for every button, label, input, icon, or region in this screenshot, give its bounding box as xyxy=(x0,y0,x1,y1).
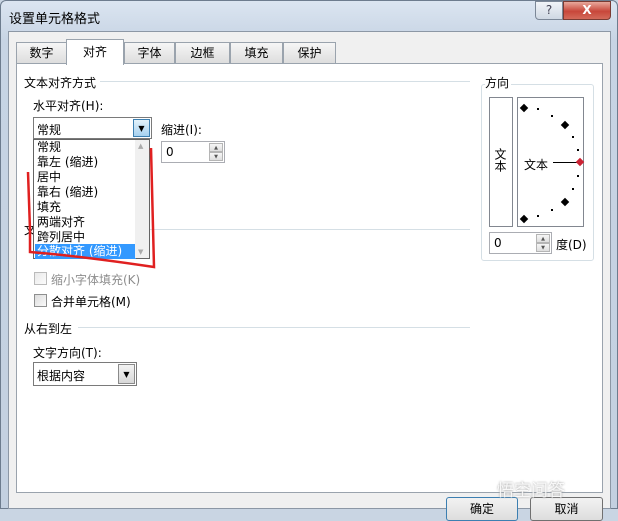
spin-down-icon[interactable]: ▼ xyxy=(536,243,550,252)
dial-dot xyxy=(577,175,579,177)
orientation-handle-icon[interactable] xyxy=(575,157,585,167)
tab-fill[interactable]: 填充 xyxy=(230,42,283,64)
divider xyxy=(100,81,470,82)
dial-dot xyxy=(551,115,553,117)
dial-dot xyxy=(572,136,574,138)
dial-text-label: 文本 xyxy=(524,158,549,172)
rtl-section-title: 从右到左 xyxy=(24,322,73,336)
horizontal-align-label: 水平对齐(H): xyxy=(33,99,104,113)
dial-dot xyxy=(537,108,539,110)
degrees-label: 度(D) xyxy=(556,238,587,252)
help-button[interactable]: ? xyxy=(535,1,563,20)
tab-protection[interactable]: 保护 xyxy=(283,42,336,64)
tab-alignment[interactable]: 对齐 xyxy=(66,39,124,65)
dial-marker-icon xyxy=(519,214,529,224)
dial-marker-icon xyxy=(560,197,570,207)
shrink-to-fit-checkbox[interactable] xyxy=(34,272,47,285)
dial-dot xyxy=(551,209,553,211)
divider xyxy=(78,327,470,328)
spin-up-icon[interactable]: ▲ xyxy=(536,234,550,243)
orientation-pointer xyxy=(553,162,577,163)
merge-cells-checkbox[interactable] xyxy=(34,294,47,307)
alignment-section-title: 文本对齐方式 xyxy=(24,76,97,90)
degrees-stepper[interactable]: 0 ▲ ▼ xyxy=(489,232,552,254)
indent-stepper[interactable]: 0 ▲ ▼ xyxy=(161,141,225,163)
indent-value: 0 xyxy=(166,145,174,159)
tab-border[interactable]: 边框 xyxy=(175,42,230,64)
dial-marker-icon xyxy=(560,120,570,130)
chevron-down-icon[interactable]: ▼ xyxy=(118,364,135,384)
close-button[interactable]: X xyxy=(563,1,611,20)
vertical-text-label: 文本 xyxy=(493,148,507,172)
indent-label: 缩进(I): xyxy=(161,123,202,137)
chevron-down-icon[interactable]: ▼ xyxy=(133,119,150,137)
shrink-to-fit-label: 缩小字体填充(K) xyxy=(51,273,141,287)
tab-font[interactable]: 字体 xyxy=(124,42,175,64)
horizontal-align-value: 常规 xyxy=(37,123,62,137)
orientation-dial[interactable]: 文本 xyxy=(517,97,585,227)
dial-marker-icon xyxy=(519,103,529,113)
degrees-value: 0 xyxy=(494,236,502,250)
orientation-section-title: 方向 xyxy=(485,74,512,91)
dial-dot xyxy=(572,188,574,190)
watermark: 悟空问答 xyxy=(497,481,565,501)
text-direction-value: 根据内容 xyxy=(37,369,86,383)
red-annotation-mark xyxy=(26,147,156,269)
window-title: 设置单元格格式 xyxy=(9,12,101,27)
horizontal-align-select[interactable]: 常规 ▼ xyxy=(33,117,152,139)
text-direction-label: 文字方向(T): xyxy=(33,346,102,360)
dial-dot xyxy=(537,215,539,217)
dial-dot xyxy=(577,149,579,151)
spin-up-icon[interactable]: ▲ xyxy=(209,143,223,152)
spin-down-icon[interactable]: ▼ xyxy=(209,152,223,161)
tab-number[interactable]: 数字 xyxy=(16,42,67,64)
merge-cells-label: 合并单元格(M) xyxy=(51,295,131,309)
text-direction-select[interactable]: 根据内容 ▼ xyxy=(33,362,137,386)
vertical-text-button[interactable]: 文本 xyxy=(489,97,513,227)
